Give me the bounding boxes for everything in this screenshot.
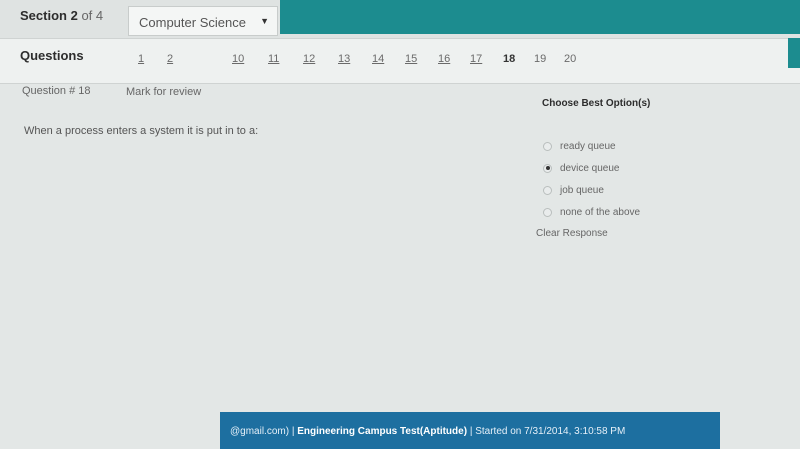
options-title: Choose Best Option(s): [542, 98, 651, 109]
question-link-12[interactable]: 12: [303, 53, 315, 65]
option-job-queue[interactable]: job queue: [543, 185, 604, 196]
question-link-14[interactable]: 14: [372, 53, 384, 65]
nav-scroll-button[interactable]: [788, 38, 800, 68]
question-text: When a process enters a system it is put…: [24, 125, 259, 137]
question-link-19[interactable]: 19: [534, 53, 546, 65]
section-of: of 4: [81, 8, 104, 23]
option-label: job queue: [560, 185, 604, 196]
status-footer: @gmail.com) | Engineering Campus Test(Ap…: [220, 412, 720, 449]
section-number: 2: [70, 8, 78, 23]
questions-title: Questions: [20, 48, 84, 63]
question-link-13[interactable]: 13: [338, 53, 350, 65]
option-label: ready queue: [560, 141, 616, 152]
radio-unselected-icon[interactable]: [543, 207, 552, 217]
footer-started: Started on 7/31/2014, 3:10:58 PM: [475, 426, 626, 437]
subject-dropdown[interactable]: Computer Science ▼: [128, 6, 278, 36]
option-none-of-the-above[interactable]: none of the above: [543, 207, 640, 218]
header-band: [280, 0, 800, 34]
mark-for-review-link[interactable]: Mark for review: [126, 86, 201, 98]
chevron-down-icon: ▼: [260, 16, 269, 26]
option-label: none of the above: [560, 207, 641, 218]
footer-test-name: Engineering Campus Test(Aptitude): [297, 426, 468, 437]
footer-text: @gmail.com) | Engineering Campus Test(Ap…: [230, 426, 626, 437]
question-link-17[interactable]: 17: [470, 53, 482, 65]
question-link-10[interactable]: 10: [232, 53, 244, 65]
question-link-1[interactable]: 1: [138, 53, 144, 65]
radio-unselected-icon[interactable]: [543, 141, 552, 151]
question-link-15[interactable]: 15: [405, 53, 417, 65]
clear-response-link[interactable]: Clear Response: [536, 228, 608, 239]
section-word: Section: [20, 8, 67, 23]
radio-selected-icon[interactable]: [543, 163, 552, 173]
question-link-16[interactable]: 16: [438, 53, 450, 65]
radio-unselected-icon[interactable]: [543, 185, 552, 195]
option-label: device queue: [560, 163, 620, 174]
footer-email: @gmail.com): [230, 426, 290, 437]
question-link-2[interactable]: 2: [167, 53, 173, 65]
section-indicator: Section 2 of 4: [20, 8, 103, 23]
option-ready-queue[interactable]: ready queue: [543, 141, 616, 152]
questions-bar: Questions 1 2 10 11 12 13 14 15 16 17 18…: [0, 38, 800, 84]
question-link-11[interactable]: 11: [268, 53, 279, 65]
subject-value: Computer Science: [139, 15, 246, 30]
option-device-queue[interactable]: device queue: [543, 163, 620, 174]
question-number: Question # 18: [22, 85, 91, 97]
question-link-18-current[interactable]: 18: [503, 53, 515, 65]
question-link-20[interactable]: 20: [564, 53, 576, 65]
